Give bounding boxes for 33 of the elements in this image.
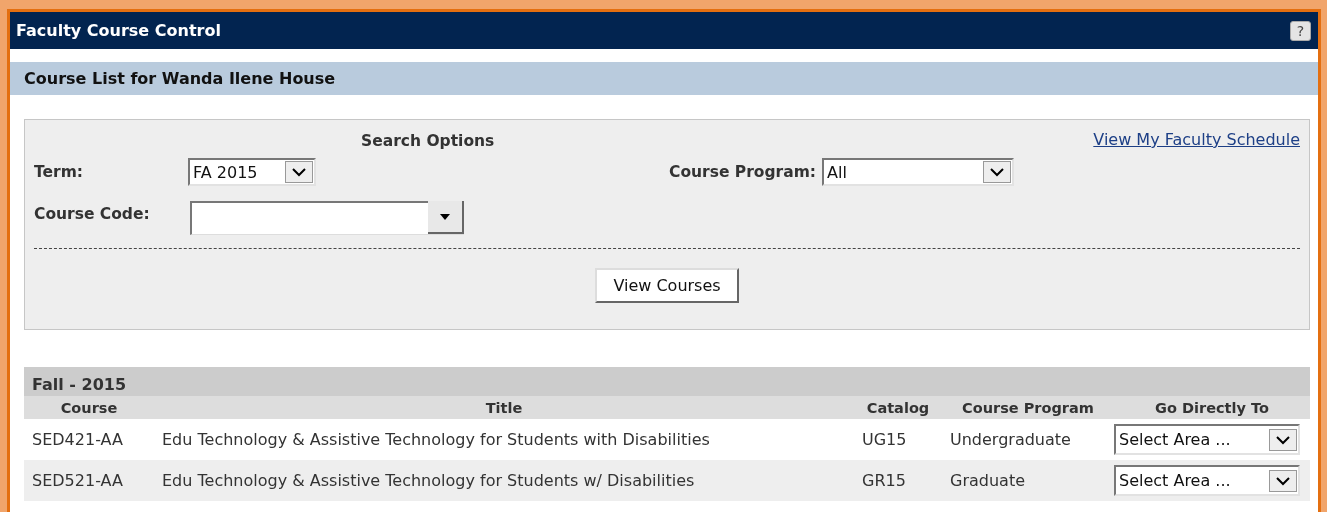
view-courses-button[interactable]: View Courses bbox=[595, 268, 739, 303]
column-header: Catalog bbox=[865, 399, 931, 416]
table-cell-text: Edu Technology & Assistive Technology for Students with Disabilities bbox=[161, 430, 711, 449]
schedule-link[interactable]: View My Faculty Schedule bbox=[1093, 130, 1300, 149]
field-label: Course Program: bbox=[669, 163, 817, 181]
column-header: Title bbox=[484, 399, 524, 416]
select-field[interactable]: FA 2015 bbox=[188, 158, 316, 186]
subheader-title: Course List for Wanda Ilene House bbox=[24, 69, 336, 88]
chevron-down-icon bbox=[285, 161, 313, 183]
table-cell-text: Graduate bbox=[949, 471, 1026, 490]
table-cell-text: GR15 bbox=[861, 471, 907, 490]
table-cell-text: UG15 bbox=[861, 430, 908, 449]
section-title: Fall - 2015 bbox=[32, 375, 127, 394]
table-cell-text: Undergraduate bbox=[949, 430, 1072, 449]
table-cell-text: SED521-AA bbox=[31, 471, 124, 490]
course-code-field[interactable] bbox=[190, 201, 464, 235]
table-cell-text: Edu Technology & Assistive Technology for Students w/ Disabilities bbox=[161, 471, 696, 490]
column-header: Go Directly To bbox=[1154, 399, 1270, 416]
column-header: Course Program bbox=[961, 399, 1095, 416]
chevron-down-icon bbox=[1269, 428, 1297, 451]
table-cell-text: SED421-AA bbox=[31, 430, 124, 449]
select-field[interactable]: Select Area ... bbox=[1114, 424, 1300, 455]
caret-down-icon bbox=[428, 201, 464, 234]
field-label: Term: bbox=[34, 163, 85, 181]
column-header: Course bbox=[59, 399, 119, 416]
search-heading: Search Options bbox=[361, 132, 495, 150]
chevron-down-icon bbox=[1269, 469, 1297, 492]
select-field[interactable]: All bbox=[822, 158, 1015, 186]
help-button[interactable]: ? bbox=[1290, 20, 1311, 41]
window-title: Faculty Course Control bbox=[16, 21, 221, 40]
field-label: Course Code: bbox=[34, 205, 151, 223]
chevron-down-icon bbox=[983, 161, 1012, 183]
select-field[interactable]: Select Area ... bbox=[1114, 465, 1300, 496]
